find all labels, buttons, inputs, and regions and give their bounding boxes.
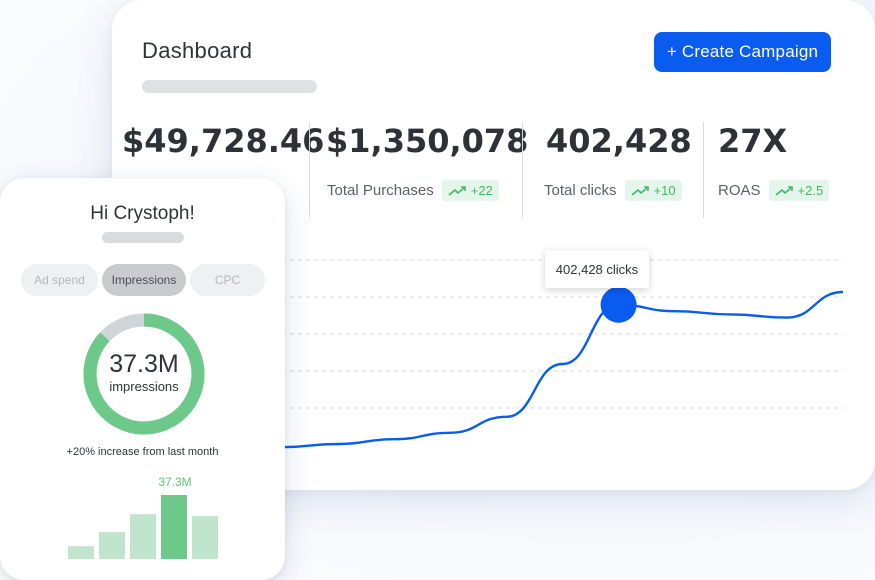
trend-value: +10	[653, 183, 676, 198]
metric-value: $1,350,078	[326, 122, 529, 160]
metric-divider	[309, 122, 310, 218]
metric-divider	[703, 122, 704, 218]
trend-up-icon	[448, 185, 466, 196]
impressions-bar	[192, 516, 218, 559]
metric-label: Total Purchases	[327, 182, 434, 199]
stage: Dashboard + Create Campaign $49,728.46 $…	[0, 0, 875, 580]
impressions-bar	[161, 495, 187, 559]
trend-up-icon	[775, 185, 793, 196]
clicks-series-line	[281, 290, 844, 449]
impressions-bar	[68, 546, 94, 559]
metric-divider	[522, 122, 523, 218]
trend-value: +2.5	[797, 183, 824, 198]
metric-value: $49,728.46	[122, 122, 325, 160]
highlight-point	[600, 286, 637, 323]
metric-label: ROAS	[718, 182, 761, 199]
metric-roas: 27X ROAS +2.5	[718, 122, 830, 218]
create-campaign-button[interactable]: + Create Campaign	[654, 32, 831, 72]
metric-value: 402,428	[546, 122, 692, 160]
impressions-bar	[99, 532, 125, 559]
trend-up-icon	[631, 185, 649, 196]
trend-badge: +2.5	[768, 180, 830, 201]
trend-badge: +22	[441, 180, 499, 201]
chart-tooltip: 402,428 clicks	[545, 250, 649, 288]
summary-card: Hi Crystoph! Ad spend Impressions CPC 37…	[0, 178, 285, 580]
metric-total-purchases: $1,350,078 Total Purchases +22	[326, 122, 528, 218]
trend-badge: +10	[624, 180, 682, 201]
metric-label: Total clicks	[544, 182, 617, 199]
impressions-bar-chart	[68, 495, 218, 559]
impressions-bar	[130, 514, 156, 559]
page-title: Dashboard	[142, 38, 253, 63]
metric-total-clicks: 402,428 Total clicks +10	[544, 122, 692, 218]
trend-value: +22	[470, 183, 493, 198]
metric-value: 27X	[718, 122, 788, 160]
subtitle-placeholder	[142, 80, 317, 93]
